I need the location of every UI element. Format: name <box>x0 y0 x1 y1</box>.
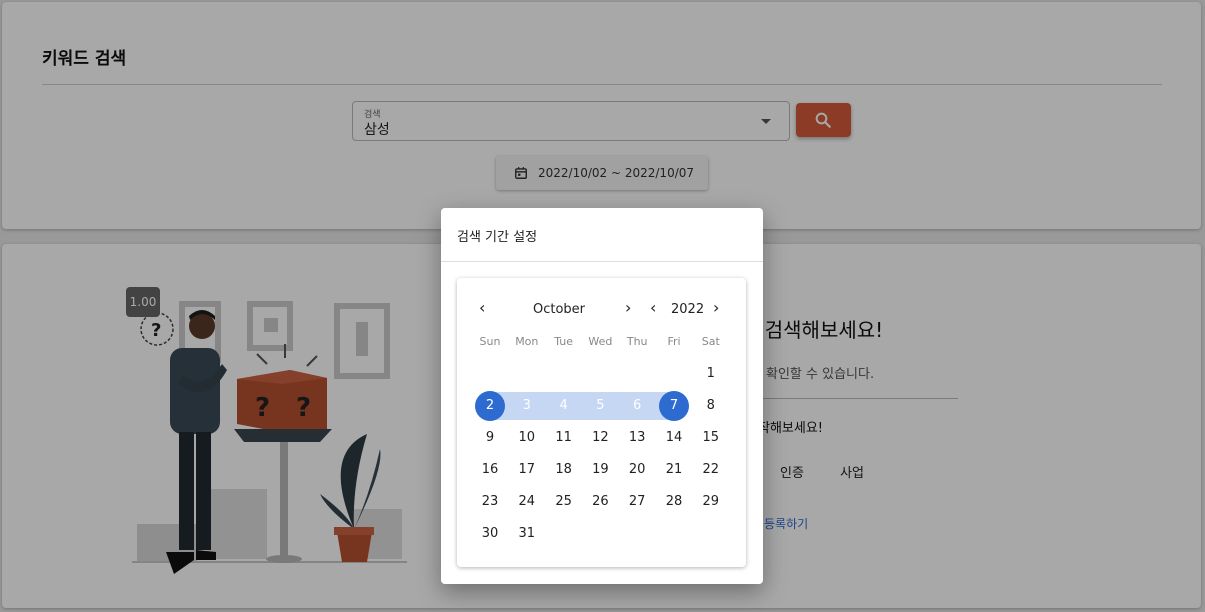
calendar-year: 2022 <box>671 302 705 317</box>
calendar-day[interactable]: 18 <box>549 455 579 485</box>
weekday-label: Thu <box>626 335 648 348</box>
calendar-day[interactable]: 14 <box>659 423 689 453</box>
calendar-day[interactable]: 26 <box>585 487 615 517</box>
date-range-dialog: 검색 기간 설정 ‹ October › ‹ 2022 › Sun Mon Tue W… <box>441 208 763 584</box>
calendar-day[interactable]: 28 <box>659 487 689 517</box>
chevron-left-icon[interactable]: ‹ <box>650 300 656 316</box>
calendar-day[interactable]: 23 <box>475 487 505 517</box>
calendar-day[interactable]: 10 <box>512 423 542 453</box>
calendar-day[interactable]: 1 <box>696 359 726 389</box>
calendar-day[interactable]: 11 <box>549 423 579 453</box>
calendar-day[interactable]: 20 <box>622 455 652 485</box>
calendar-day[interactable]: 27 <box>622 487 652 517</box>
calendar-day[interactable]: 21 <box>659 455 689 485</box>
calendar-day[interactable]: 17 <box>512 455 542 485</box>
calendar-month: October <box>533 302 586 317</box>
calendar-day[interactable]: 30 <box>475 519 505 549</box>
calendar-day[interactable]: 31 <box>512 519 542 549</box>
calendar-day[interactable]: 15 <box>696 423 726 453</box>
calendar-day[interactable]: 8 <box>696 391 726 421</box>
calendar-day[interactable]: 7 <box>659 391 689 421</box>
calendar-day[interactable]: 16 <box>475 455 505 485</box>
calendar-day[interactable]: 2 <box>475 391 505 421</box>
calendar-day[interactable]: 9 <box>475 423 505 453</box>
chevron-left-icon[interactable]: ‹ <box>479 300 485 316</box>
calendar-day[interactable]: 13 <box>622 423 652 453</box>
calendar: ‹ October › ‹ 2022 › Sun Mon Tue Wed Thu Fri S… <box>457 278 746 567</box>
dialog-title: 검색 기간 설정 <box>457 230 538 245</box>
chevron-right-icon[interactable]: › <box>625 300 631 316</box>
weekday-label: Sat <box>701 335 720 348</box>
calendar-day[interactable]: 19 <box>585 455 615 485</box>
calendar-day[interactable]: 12 <box>585 423 615 453</box>
calendar-day[interactable]: 22 <box>696 455 726 485</box>
weekday-label: Mon <box>515 335 539 348</box>
chevron-right-icon[interactable]: › <box>713 300 719 316</box>
weekday-label: Wed <box>588 335 613 348</box>
divider <box>441 261 763 262</box>
calendar-day[interactable]: 4 <box>549 391 579 421</box>
weekday-label: Sun <box>479 335 501 348</box>
calendar-day[interactable]: 25 <box>549 487 579 517</box>
weekday-label: Tue <box>554 335 573 348</box>
calendar-day[interactable]: 29 <box>696 487 726 517</box>
calendar-day[interactable]: 6 <box>622 391 652 421</box>
calendar-day[interactable]: 3 <box>512 391 542 421</box>
weekday-label: Fri <box>667 335 681 348</box>
calendar-day[interactable]: 24 <box>512 487 542 517</box>
